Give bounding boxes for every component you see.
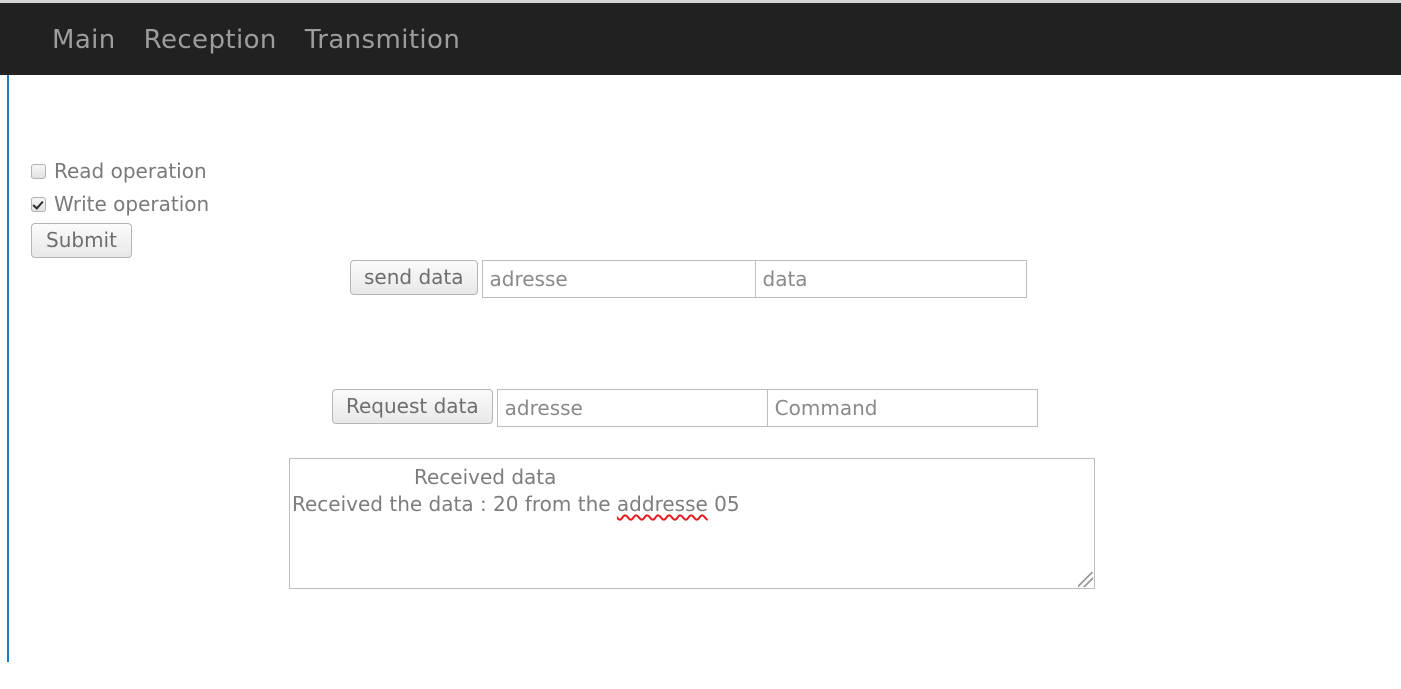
request-data-button[interactable]: Request data [332, 389, 493, 424]
request-command-input[interactable] [766, 389, 1038, 427]
nav-link-transmition[interactable]: Transmition [305, 25, 460, 55]
send-data-row: send data [350, 260, 1027, 298]
read-operation-label: Read operation [54, 159, 207, 183]
request-data-row: Request data [332, 389, 1038, 427]
received-data-message: Received the data : 20 from the addresse… [290, 489, 1094, 516]
read-operation-row[interactable]: Read operation [31, 158, 209, 184]
nav-link-reception[interactable]: Reception [144, 25, 291, 55]
request-address-input[interactable] [496, 389, 768, 427]
main-navbar: Main Reception Transmition [0, 3, 1401, 75]
textarea-resize-grip[interactable] [1078, 572, 1093, 587]
received-data-header: Received data [414, 465, 557, 489]
viewport-left-border [7, 75, 9, 662]
send-data-input[interactable] [754, 260, 1027, 298]
send-data-button[interactable]: send data [350, 260, 478, 295]
nav-link-main[interactable]: Main [52, 25, 130, 55]
write-operation-checkbox[interactable] [31, 196, 46, 212]
send-address-input[interactable] [481, 260, 756, 298]
received-message-misspelled-word: addresse [616, 492, 708, 516]
operation-checkbox-group: Read operation Write operation [31, 158, 209, 217]
navbar-links: Main Reception Transmition [52, 25, 460, 55]
received-message-suffix: 05 [707, 492, 740, 516]
received-data-textarea[interactable]: Received data Received the data : 20 fro… [289, 458, 1095, 589]
read-operation-checkbox[interactable] [31, 163, 46, 179]
received-message-prefix: Received the data : 20 from the [292, 492, 617, 516]
write-operation-row[interactable]: Write operation [31, 191, 209, 217]
submit-button[interactable]: Submit [31, 223, 132, 258]
write-operation-label: Write operation [54, 192, 210, 216]
